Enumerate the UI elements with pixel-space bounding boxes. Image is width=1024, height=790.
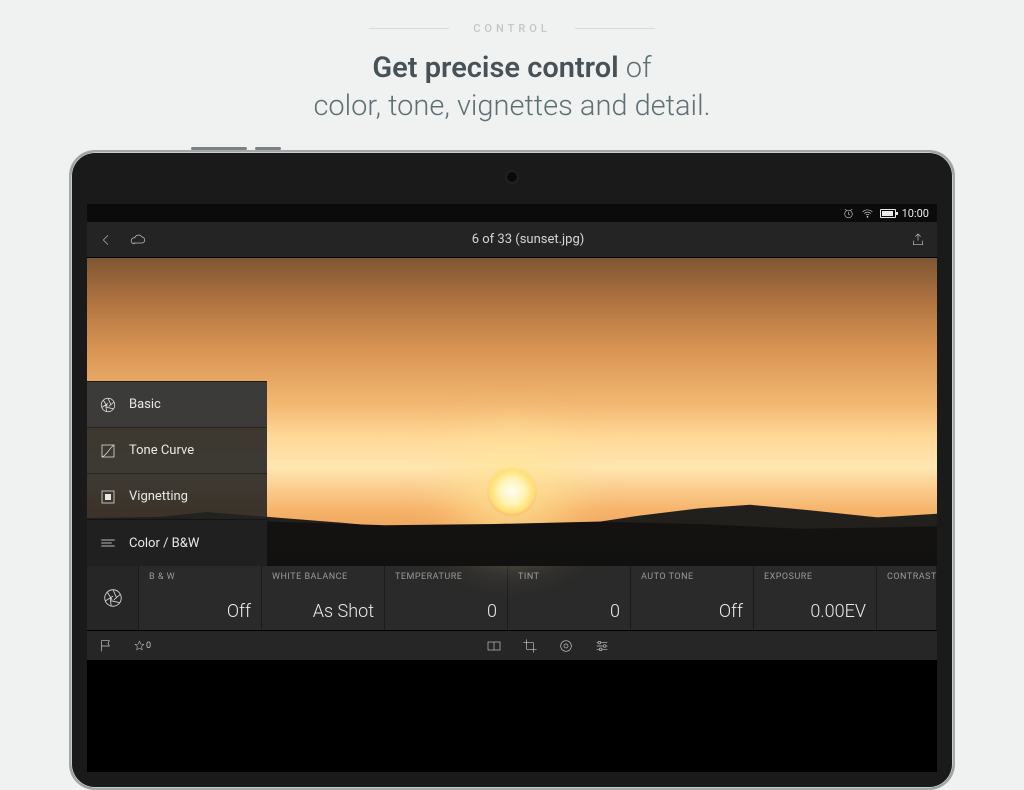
appbar-title: 6 of 33 (sunset.jpg) xyxy=(472,232,585,247)
sun xyxy=(487,466,537,516)
tablet-hw-button xyxy=(191,147,247,150)
wifi-icon xyxy=(861,207,874,220)
tablet-frame: 10:00 6 of 33 (sunset.jpg) xyxy=(69,150,955,790)
param-temperature[interactable]: TEMPERATURE 0 xyxy=(385,566,508,630)
param-tint[interactable]: TINT 0 xyxy=(508,566,631,630)
vignette-icon xyxy=(99,488,117,506)
param-bw[interactable]: B & W Off xyxy=(139,566,262,630)
param-contrast[interactable]: CONTRAST xyxy=(877,566,937,630)
menu-item-basic[interactable]: Basic xyxy=(87,382,267,428)
crop-icon[interactable] xyxy=(521,637,539,655)
alarm-icon xyxy=(842,207,855,220)
sliders-icon[interactable] xyxy=(593,637,611,655)
edit-menu-popup: Basic Tone Curve Vignetting xyxy=(87,381,267,566)
menu-item-label: Basic xyxy=(129,397,161,412)
cloud-icon[interactable] xyxy=(129,231,147,249)
menu-item-tone-curve[interactable]: Tone Curve xyxy=(87,428,267,474)
tablet-hw-button xyxy=(255,147,281,150)
param-label: CONTRAST xyxy=(887,572,926,582)
star-rating-value: 0 xyxy=(146,641,151,651)
rule-right xyxy=(575,28,655,29)
param-value: 0 xyxy=(395,601,497,622)
hero-headline: Get precise control of color, tone, vign… xyxy=(0,49,1024,125)
rule-left xyxy=(369,28,449,29)
star-rating-icon[interactable]: 0 xyxy=(133,637,151,655)
status-time: 10:00 xyxy=(902,207,929,220)
menu-item-vignetting[interactable]: Vignetting xyxy=(87,474,267,520)
param-strip: B & W Off WHITE BALANCE As Shot TEMPERAT… xyxy=(87,566,937,630)
hero-headline-strong: Get precise control xyxy=(372,51,618,85)
param-label: EXPOSURE xyxy=(764,572,866,582)
screen: 10:00 6 of 33 (sunset.jpg) xyxy=(87,204,937,772)
param-exposure[interactable]: EXPOSURE 0.00EV xyxy=(754,566,877,630)
presets-icon[interactable] xyxy=(557,637,575,655)
share-button[interactable] xyxy=(909,231,927,249)
status-bar: 10:00 xyxy=(87,204,937,222)
back-button[interactable] xyxy=(97,231,115,249)
menu-item-color-bw[interactable]: Color / B&W xyxy=(87,520,267,566)
menu-item-label: Tone Curve xyxy=(129,443,194,458)
param-label: WHITE BALANCE xyxy=(272,572,374,582)
param-value: Off xyxy=(641,601,743,622)
param-label: AUTO TONE xyxy=(641,572,743,582)
menu-item-label: Color / B&W xyxy=(129,536,199,551)
param-label: TEMPERATURE xyxy=(395,572,497,582)
param-value: 0 xyxy=(518,601,620,622)
compare-icon[interactable] xyxy=(485,637,503,655)
param-lead-icon[interactable] xyxy=(87,566,139,630)
hero-kicker: CONTROL xyxy=(473,22,551,35)
param-white-balance[interactable]: WHITE BALANCE As Shot xyxy=(262,566,385,630)
hero: CONTROL Get precise control of color, to… xyxy=(0,0,1024,125)
photo-canvas[interactable]: Basic Tone Curve Vignetting xyxy=(87,258,937,566)
hero-headline-rest1: of xyxy=(619,51,652,85)
param-label: B & W xyxy=(149,572,251,582)
param-value: 0.00EV xyxy=(764,601,866,622)
menu-item-label: Vignetting xyxy=(129,489,188,504)
flag-icon[interactable] xyxy=(97,637,115,655)
hero-kicker-row: CONTROL xyxy=(0,22,1024,35)
param-value: As Shot xyxy=(272,601,374,622)
hero-headline-line2: color, tone, vignettes and detail. xyxy=(313,89,710,123)
split-tone-icon xyxy=(99,534,117,552)
param-value: Off xyxy=(149,601,251,622)
tone-curve-icon xyxy=(99,442,117,460)
bottom-bar: 0 xyxy=(87,630,937,660)
param-label: TINT xyxy=(518,572,620,582)
tablet-camera xyxy=(507,172,517,182)
aperture-icon xyxy=(99,396,117,414)
param-auto-tone[interactable]: AUTO TONE Off xyxy=(631,566,754,630)
app-bar: 6 of 33 (sunset.jpg) xyxy=(87,222,937,258)
battery-icon xyxy=(880,209,896,218)
